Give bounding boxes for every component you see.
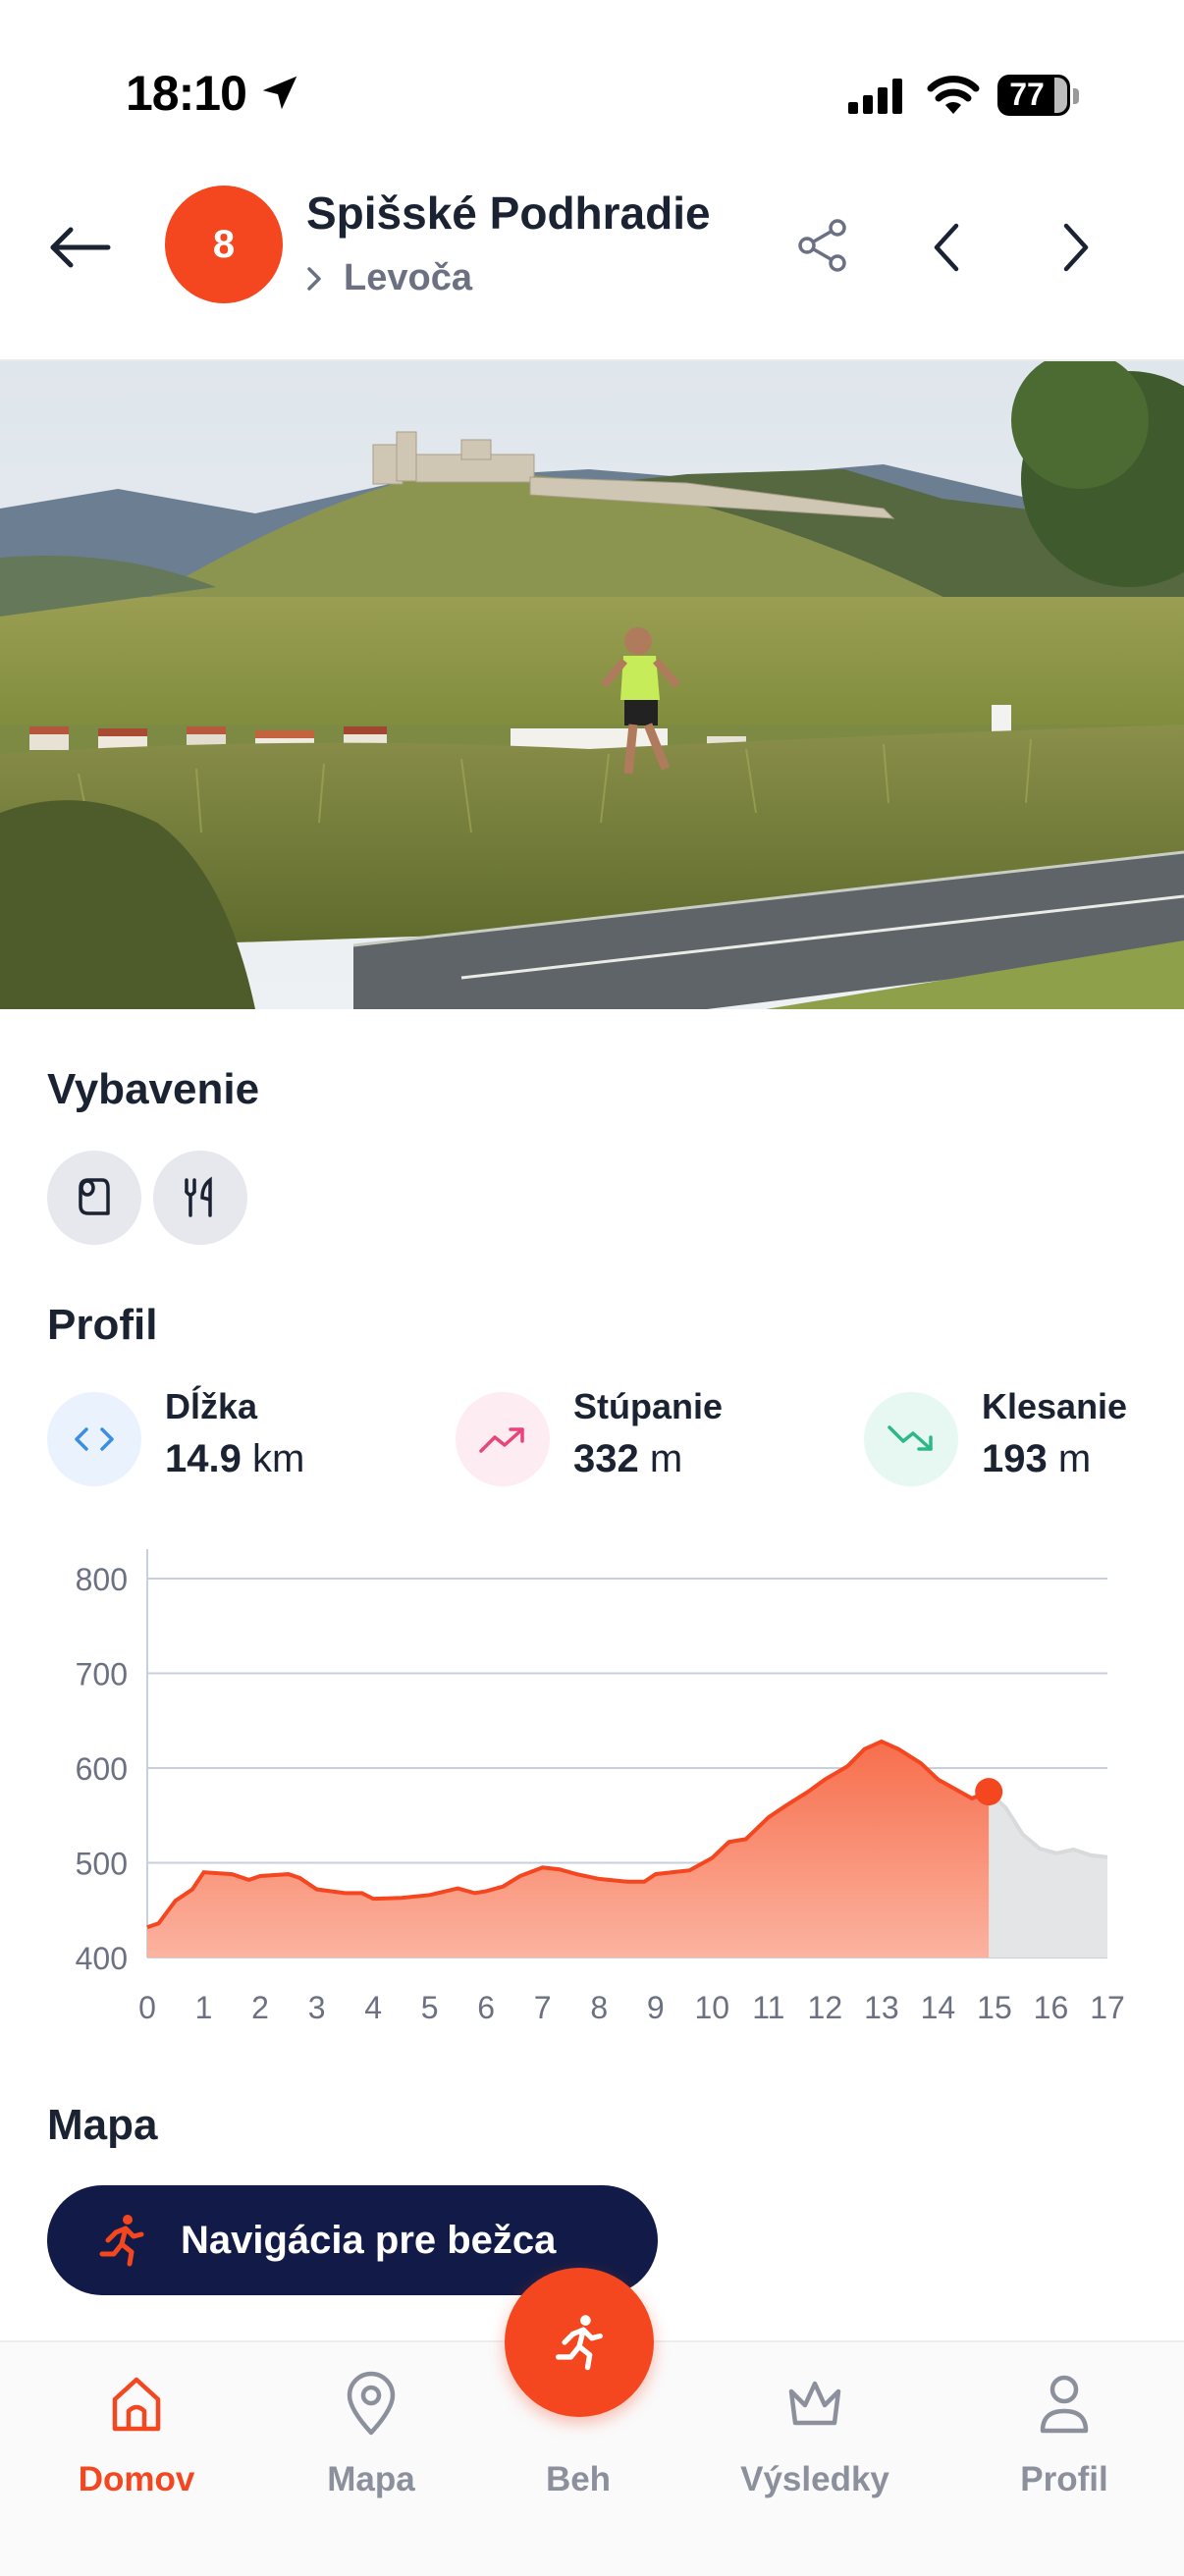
next-stage-button[interactable]: [1050, 218, 1100, 277]
battery-level: 77: [1009, 77, 1045, 112]
current-position-marker: [975, 1778, 1003, 1806]
x-tick-label: 6: [477, 1990, 495, 2025]
y-tick-label: 400: [76, 1941, 128, 1976]
trend-up-icon: [456, 1392, 550, 1486]
stage-photo: [0, 361, 1184, 1009]
y-tick-label: 600: [76, 1751, 128, 1787]
next-stage-label: Levoča: [344, 257, 472, 298]
chevron-left-icon: [934, 223, 959, 272]
battery-indicator: 77: [997, 75, 1080, 118]
fork-knife-icon: [185, 1176, 212, 1217]
x-tick-label: 8: [590, 1990, 608, 2025]
stat-length-label: Dĺžka: [165, 1386, 258, 1426]
x-tick-label: 4: [364, 1990, 382, 2025]
stat-length-number: 14.9: [165, 1437, 242, 1480]
x-tick-label: 15: [977, 1990, 1012, 2025]
tab-profile-label: Profil: [1020, 2460, 1108, 2498]
y-tick-label: 500: [76, 1847, 128, 1882]
x-tick-label: 16: [1034, 1990, 1069, 2025]
tab-home-label: Domov: [78, 2460, 195, 2498]
stat-ascent-unit: m: [649, 1437, 683, 1480]
share-button[interactable]: [793, 216, 852, 275]
arrow-left-icon: [50, 227, 111, 268]
back-button[interactable]: [43, 216, 122, 279]
profile-title: Profil: [47, 1301, 158, 1349]
elevation-area-completed: [147, 1741, 990, 1958]
amenity-food: [153, 1151, 247, 1245]
map-pin-icon: [347, 2371, 396, 2436]
stat-ascent-value: 332 m: [573, 1437, 682, 1481]
x-tick-label: 1: [195, 1990, 213, 2025]
tab-run[interactable]: Beh: [480, 2370, 676, 2498]
stat-descent-unit: m: [1057, 1437, 1092, 1480]
stat-descent-value: 193 m: [982, 1437, 1091, 1481]
equipment-title: Vybavenie: [47, 1065, 260, 1113]
x-tick-label: 13: [864, 1990, 899, 2025]
next-stage-link[interactable]: Levoča: [306, 257, 472, 299]
stage-number-badge: 8: [165, 186, 283, 303]
x-tick-label: 3: [308, 1990, 326, 2025]
trend-down-icon: [864, 1392, 958, 1486]
stat-length-value: 14.9 km: [165, 1437, 304, 1481]
status-time: 18:10: [126, 66, 247, 121]
map-title: Mapa: [47, 2101, 158, 2149]
elevation-profile-chart[interactable]: 4005006007008000 1 2 3 4 5 6 7 8 9 10 11 12 13 14 15 16 1…: [39, 1531, 1158, 2062]
length-icon: [47, 1392, 141, 1486]
stat-ascent-label: Stúpanie: [573, 1386, 724, 1426]
share-icon: [798, 219, 846, 272]
elevation-area-remaining: [989, 1792, 1107, 1958]
stat-ascent-number: 332: [573, 1437, 639, 1480]
tab-results-label: Výsledky: [740, 2460, 889, 2498]
runner-icon: [556, 2315, 603, 2371]
location-arrow-icon: [262, 76, 297, 110]
user-icon: [1040, 2375, 1089, 2434]
tab-run-label: Beh: [545, 2460, 612, 2498]
page-title: Spišské Podhradie: [306, 188, 711, 239]
runner-icon: [99, 2215, 144, 2267]
chevron-right-icon: [1063, 223, 1089, 272]
x-tick-label: 9: [647, 1990, 665, 2025]
x-tick-label: 2: [251, 1990, 269, 2025]
stat-length-unit: km: [251, 1437, 305, 1480]
x-tick-label: 12: [808, 1990, 843, 2025]
chevron-right-icon: [307, 266, 321, 291]
toilet-paper-icon: [79, 1178, 110, 1215]
stat-descent-number: 193: [982, 1437, 1048, 1480]
tab-map-label: Mapa: [327, 2460, 415, 2498]
tab-home[interactable]: Domov: [38, 2370, 235, 2498]
stat-descent-label: Klesanie: [982, 1386, 1128, 1426]
x-tick-label: 17: [1090, 1990, 1125, 2025]
wifi-icon: [927, 76, 980, 114]
x-tick-label: 7: [534, 1990, 552, 2025]
x-tick-label: 0: [138, 1990, 156, 2025]
x-tick-label: 14: [921, 1990, 956, 2025]
y-tick-label: 800: [76, 1562, 128, 1597]
x-tick-label: 11: [752, 1990, 784, 2025]
tab-map[interactable]: Mapa: [273, 2370, 469, 2498]
runner-navigation-label: Navigácia pre bežca: [181, 2219, 557, 2262]
home-icon: [112, 2377, 161, 2432]
amenity-toilet: [47, 1151, 141, 1245]
y-tick-label: 700: [76, 1657, 128, 1692]
tab-results[interactable]: Výsledky: [717, 2370, 913, 2498]
cellular-signal-icon: [848, 79, 902, 114]
tab-profile[interactable]: Profil: [966, 2370, 1162, 2498]
x-tick-label: 10: [694, 1990, 729, 2025]
previous-stage-button[interactable]: [923, 218, 972, 277]
x-tick-label: 5: [421, 1990, 439, 2025]
crown-icon: [788, 2381, 841, 2426]
